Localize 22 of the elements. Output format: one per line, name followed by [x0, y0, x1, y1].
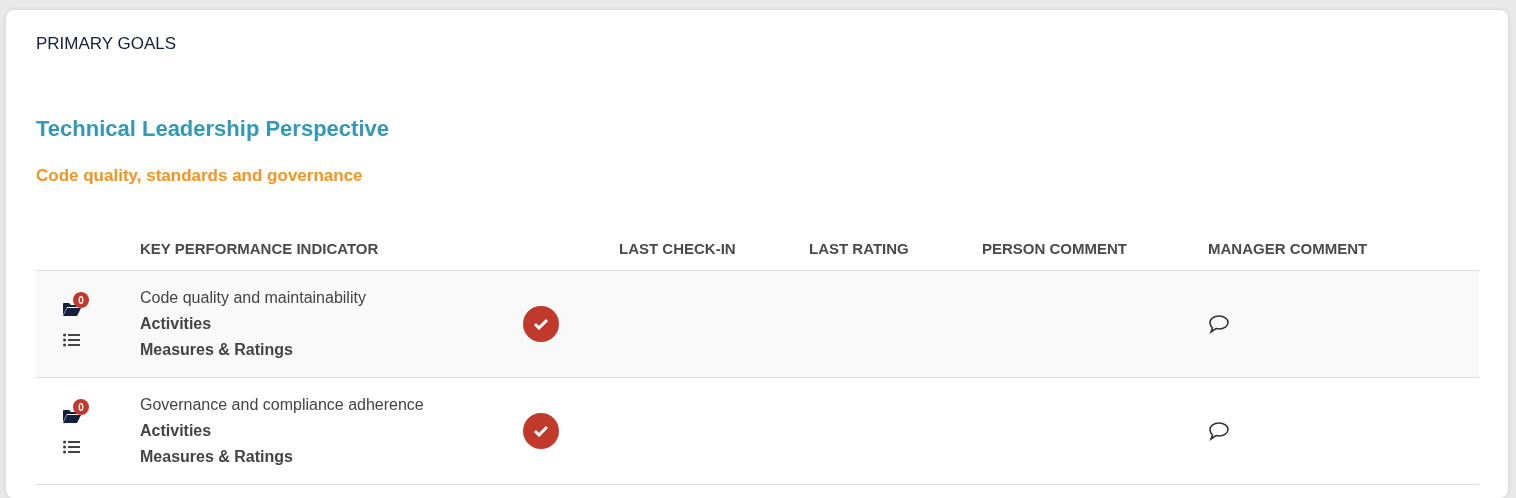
count-badge: 0: [73, 399, 89, 415]
column-header: PERSON COMMENT: [982, 239, 1127, 257]
comment-icon[interactable]: [1208, 421, 1230, 441]
list-icon[interactable]: [63, 440, 80, 454]
section-title: PRIMARY GOALS: [36, 34, 177, 54]
perspective-heading: Technical Leadership Perspective: [36, 116, 389, 142]
column-header: LAST CHECK-IN: [619, 239, 736, 257]
kpi-name: Governance and compliance adherence: [140, 396, 424, 414]
folder-icon[interactable]: [63, 302, 81, 317]
count-badge: 0: [73, 292, 89, 308]
kpi-link[interactable]: Activities: [140, 315, 212, 333]
comment-icon[interactable]: [1208, 314, 1230, 334]
column-header: LAST RATING: [809, 239, 909, 257]
objective-heading: Code quality, standards and governance: [36, 166, 363, 186]
kpi-name: Code quality and maintainability: [140, 289, 366, 307]
kpi-link[interactable]: Measures & Ratings: [140, 341, 293, 359]
kpi-link[interactable]: Measures & Ratings: [140, 448, 293, 466]
column-header: MANAGER COMMENT: [1208, 239, 1368, 257]
column-header: KEY PERFORMANCE INDICATOR: [140, 239, 379, 257]
kpi-link[interactable]: Activities: [140, 422, 212, 440]
folder-icon[interactable]: [63, 409, 81, 424]
list-icon[interactable]: [63, 333, 80, 347]
